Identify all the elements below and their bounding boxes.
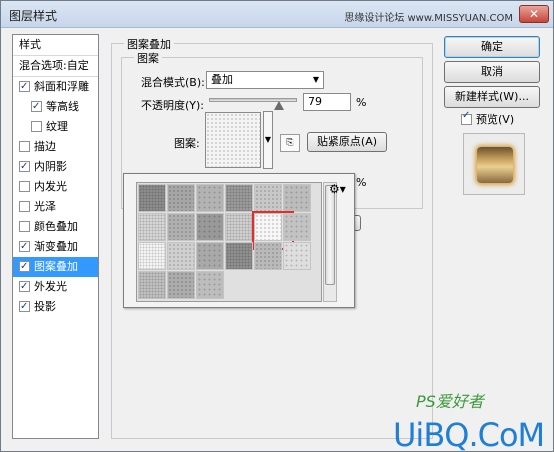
pattern-swatch[interactable] <box>254 184 282 212</box>
pattern-label: 图案: <box>174 137 200 150</box>
pattern-swatch[interactable] <box>283 242 311 270</box>
partial-percent: % <box>356 176 367 189</box>
pattern-swatch[interactable] <box>138 271 166 299</box>
pattern-swatch[interactable] <box>167 242 195 270</box>
new-preset-icon[interactable]: ⎘ <box>280 134 300 152</box>
blend-mode-value: 叠加 <box>211 73 233 86</box>
blend-options-item[interactable]: 混合选项:自定 <box>13 56 98 76</box>
style-checkbox[interactable] <box>19 157 30 177</box>
style-checkbox[interactable] <box>19 257 30 277</box>
style-item[interactable]: 等高线 <box>13 97 98 117</box>
blend-mode-dropdown[interactable]: 叠加 ▼ <box>206 71 324 89</box>
opacity-unit: % <box>356 96 367 109</box>
pattern-swatch[interactable] <box>138 213 166 241</box>
blend-mode-label: 混合模式(B): <box>141 76 205 89</box>
style-item-label: 内阴影 <box>34 160 67 173</box>
opacity-input[interactable]: 79 <box>303 93 351 111</box>
style-item-label: 外发光 <box>34 280 67 293</box>
style-item-label: 斜面和浮雕 <box>34 80 89 93</box>
style-item[interactable]: 内发光 <box>13 177 98 197</box>
picker-scroll-thumb[interactable] <box>325 185 335 285</box>
style-item-label: 光泽 <box>34 200 56 213</box>
style-item-label: 内发光 <box>34 180 67 193</box>
style-checkbox[interactable] <box>19 77 30 97</box>
style-item-label: 图案叠加 <box>34 260 78 273</box>
pattern-dropdown-arrow-icon[interactable]: ▼ <box>263 111 273 169</box>
style-checkbox[interactable] <box>19 221 30 232</box>
watermark-text: 思缘设计论坛 www.MISSYUAN.COM <box>344 13 513 24</box>
style-item-label: 颜色叠加 <box>34 220 78 233</box>
style-checkbox[interactable] <box>19 297 30 317</box>
snap-origin-button[interactable]: 贴紧原点(A) <box>307 132 387 152</box>
opacity-slider[interactable] <box>209 98 297 102</box>
gear-icon[interactable]: ⚙▾ <box>329 182 346 196</box>
preview-swatch <box>477 147 513 183</box>
pattern-swatch[interactable] <box>196 242 224 270</box>
style-item[interactable]: 颜色叠加 <box>13 217 98 237</box>
brand-main: UiBQ.CoM <box>393 416 545 452</box>
style-item[interactable]: 外发光 <box>13 277 98 297</box>
pattern-picker: ⚙▾ <box>123 173 355 308</box>
pattern-swatch[interactable] <box>196 184 224 212</box>
cancel-button[interactable]: 取消 <box>444 61 540 83</box>
pattern-swatch[interactable] <box>196 271 224 299</box>
pattern-swatch[interactable] <box>225 184 253 212</box>
new-style-button[interactable]: 新建样式(W)... <box>444 86 540 108</box>
pattern-inner-title: 图案 <box>134 50 162 66</box>
style-checkbox[interactable] <box>19 181 30 192</box>
style-item[interactable]: 光泽 <box>13 197 98 217</box>
pattern-grid <box>136 182 322 302</box>
style-item-label: 投影 <box>34 300 56 313</box>
pattern-swatch[interactable] <box>167 184 195 212</box>
layer-style-dialog: 图层样式 思缘设计论坛 www.MISSYUAN.COM ✕ 样式 混合选项:自… <box>0 0 554 452</box>
style-checkbox[interactable] <box>19 201 30 212</box>
style-item-label: 纹理 <box>46 120 68 133</box>
opacity-slider-thumb[interactable] <box>273 101 284 110</box>
style-list: 样式 混合选项:自定 斜面和浮雕等高线纹理描边内阴影内发光光泽颜色叠加渐变叠加图… <box>12 34 99 439</box>
style-item[interactable]: 图案叠加 <box>13 257 98 277</box>
chevron-down-icon: ▼ <box>312 75 319 84</box>
pattern-swatch[interactable] <box>225 213 253 241</box>
style-item[interactable]: 渐变叠加 <box>13 237 98 257</box>
opacity-label: 不透明度(Y): <box>141 99 205 112</box>
style-item[interactable]: 内阴影 <box>13 157 98 177</box>
pattern-preview[interactable] <box>205 112 261 168</box>
style-item-label: 描边 <box>34 140 56 153</box>
style-checkbox[interactable] <box>31 121 42 132</box>
style-checkbox[interactable] <box>19 141 30 152</box>
picker-scrollbar[interactable] <box>323 182 337 302</box>
styles-header[interactable]: 样式 <box>13 35 98 55</box>
pattern-swatch[interactable] <box>138 184 166 212</box>
style-checkbox[interactable] <box>19 237 30 257</box>
style-item[interactable]: 斜面和浮雕 <box>13 77 98 97</box>
pattern-swatch[interactable] <box>196 213 224 241</box>
brand-ps: PS爱好者 <box>416 392 484 411</box>
preview-checkbox[interactable]: 预览(V) <box>461 110 515 127</box>
style-checkbox[interactable] <box>31 97 42 117</box>
pattern-swatch[interactable] <box>138 242 166 270</box>
pattern-swatch[interactable] <box>225 242 253 270</box>
pattern-swatch[interactable] <box>167 271 195 299</box>
style-checkbox[interactable] <box>19 277 30 297</box>
style-preview <box>463 133 525 195</box>
title-bar[interactable]: 图层样式 思缘设计论坛 www.MISSYUAN.COM ✕ <box>1 1 553 28</box>
style-item[interactable]: 投影 <box>13 297 98 317</box>
pattern-swatch[interactable] <box>254 242 282 270</box>
pattern-swatch[interactable] <box>283 213 311 241</box>
preview-checkbox-box[interactable] <box>461 110 472 125</box>
preview-label: 预览(V) <box>476 113 515 126</box>
close-icon[interactable]: ✕ <box>519 5 549 23</box>
window-title: 图层样式 <box>9 9 58 23</box>
style-item[interactable]: 纹理 <box>13 117 98 137</box>
style-item-label: 渐变叠加 <box>34 240 78 253</box>
pattern-swatch[interactable] <box>167 213 195 241</box>
ok-button[interactable]: 确定 <box>444 36 540 58</box>
pattern-swatch[interactable] <box>283 184 311 212</box>
style-item[interactable]: 描边 <box>13 137 98 157</box>
style-item-label: 等高线 <box>46 100 79 113</box>
